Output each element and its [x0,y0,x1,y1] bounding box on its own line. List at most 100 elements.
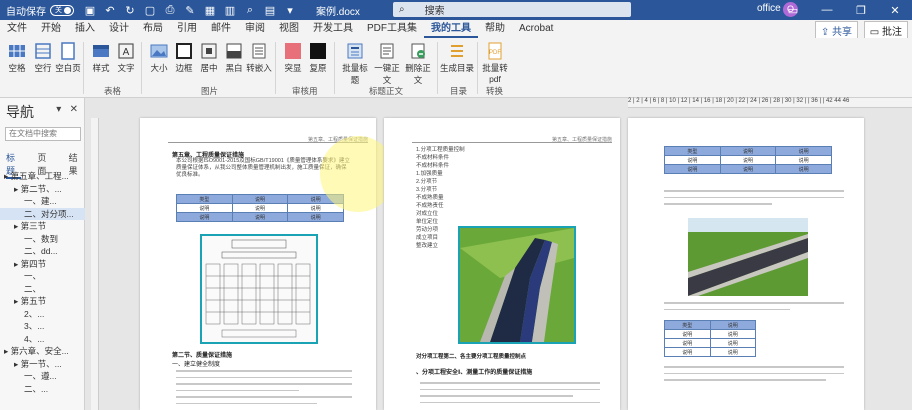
flowchart-image[interactable] [200,234,318,344]
road-photo[interactable] [688,218,808,296]
nav-heading-item[interactable]: ▸ 第五节 [0,295,85,308]
tab-2[interactable]: 插入 [68,20,102,38]
nav-search-input[interactable]: 在文档中搜索 [5,127,81,141]
style-button[interactable]: 样式 [88,42,114,74]
autosave-toggle[interactable]: 关 [50,4,74,16]
nav-heading-item[interactable]: 一、建... [0,195,85,208]
nav-options-icon[interactable]: ▾ [56,104,61,115]
document-page-3[interactable]: 类型 说明 说明 说明 说明 说明 说明 说明 说明 类型 说明 说明 说明 说明 说明 说明 说明 [628,118,864,410]
group-label-image: 图片 [201,86,219,96]
tab-13[interactable]: Acrobat [512,20,560,38]
quick-access-toolbar: ▣ ↶ ↻ ▢ ⎙ ✎ ▦ ▥ ⌕ ▤ ▾ [84,4,296,17]
quality-table: 类型 说明 说明 说明 说明 说明 说明 说明 说明 [176,194,344,222]
ruler-ticks: 2 | 2 | 4 | 6 | 8 | 10 | 12 | 14 | 16 | … [628,98,850,104]
size-label: 大小 [150,63,168,73]
highlight-button[interactable]: 突显 [280,42,306,74]
nav-heading-item[interactable]: ▸ 第一节、... [0,358,85,371]
tab-4[interactable]: 布局 [136,20,170,38]
nav-heading-item[interactable]: ▸ 第四节 [0,258,85,271]
road-photo[interactable] [458,226,576,344]
batch-heading-button[interactable]: 批量标题 [340,42,370,86]
tab-1[interactable]: 开始 [34,20,68,38]
horizontal-ruler[interactable]: 2 | 2 | 4 | 6 | 8 | 10 | 12 | 14 | 16 | … [628,98,912,108]
center-button[interactable]: 居中 [196,42,222,74]
svg-text:PDF: PDF [489,50,501,56]
close-icon[interactable]: ✕ [878,4,912,17]
nav-heading-item[interactable]: ▸ 第二节、... [0,183,85,196]
restore-button[interactable]: 复原 [305,42,331,74]
more-commands-icon[interactable]: ▾ [284,4,296,17]
svg-text:A: A [123,47,130,58]
nav-heading-item[interactable]: ▸ 第六章、安全... [0,345,85,358]
autosave-control[interactable]: 自动保存 关 [6,3,74,18]
table-cell: 说明 [231,203,289,213]
text-button[interactable]: A 文字 [113,42,139,74]
tab-8[interactable]: 视图 [272,20,306,38]
autosave-label: 自动保存 [6,6,46,18]
flowchart-diagram [205,239,311,338]
blank-row-button[interactable]: 空行 [30,42,56,74]
format-painter-icon[interactable]: ✎ [184,4,196,17]
generate-toc-button[interactable]: 生成目录 [440,42,474,74]
tab-10[interactable]: PDF工具集 [360,20,424,38]
table-header: 类型 [664,320,711,330]
nav-heading-item[interactable]: ▸ 第五章、工程... [0,170,85,183]
nav-heading-item[interactable]: 二、对分项... [0,207,85,220]
size-button[interactable]: 大小 [146,42,172,74]
ribbon-display-icon[interactable]: ▭ [776,4,810,17]
table-cell: 说明 [176,212,233,222]
redo-icon[interactable]: ↻ [124,4,136,17]
blank-row-label: 空行 [34,63,52,73]
nav-heading-item[interactable]: 二、dd... [0,245,85,258]
layout-icon[interactable]: ▤ [264,4,276,17]
new-doc-icon[interactable]: ▢ [144,4,156,17]
group-separator [141,42,142,94]
nav-heading-item[interactable]: 二、... [0,383,85,396]
embed-button[interactable]: 转嵌入 [246,42,272,74]
one-key-body-button[interactable]: 一键正文 [372,42,402,86]
batch-pdf-button[interactable]: PDF 批量转pdf [481,42,509,84]
tab-5[interactable]: 引用 [170,20,204,38]
border-button[interactable]: 边框 [171,42,197,74]
toc-icon [451,45,463,57]
delete-body-button[interactable]: 删除正文 [403,42,433,86]
table-icon[interactable]: ▦ [204,4,216,17]
nav-heading-item[interactable]: 一、数到 [0,233,85,246]
nav-heading-item[interactable]: 二、 [0,283,85,296]
blank-page-button[interactable]: 空白页 [55,42,81,74]
nav-heading-item[interactable]: 一、遵... [0,370,85,383]
space-button[interactable]: 空格 [4,42,30,74]
search-box[interactable]: ⌕ 搜索 [393,2,631,17]
minimize-icon[interactable]: — [810,4,844,16]
tab-9[interactable]: 开发工具 [306,20,360,38]
tab-6[interactable]: 邮件 [204,20,238,38]
vertical-ruler[interactable] [91,118,99,410]
columns-icon[interactable]: ▥ [224,4,236,17]
restore-icon[interactable]: ❐ [844,4,878,17]
tab-12[interactable]: 帮助 [478,20,512,38]
tab-3[interactable]: 设计 [102,20,136,38]
nav-heading-item[interactable]: 3、... [0,320,85,333]
document-page-2[interactable]: 第五章、工程质量保证措施 1.分项工程质量控制 不成材料条件 不成材料条件 1.加强质… [384,118,620,410]
group-label-heading-body: 标题正文 [369,86,404,96]
tab-7[interactable]: 审阅 [238,20,272,38]
nav-heading-item[interactable]: 2、... [0,308,85,321]
save-icon[interactable]: ▣ [84,4,96,17]
print-icon[interactable]: ⎙ [164,4,176,17]
search-icon: ⌕ [399,4,405,15]
table-cell: 说明 [664,329,711,339]
nav-heading-item[interactable]: ▸ 第三节 [0,220,85,233]
undo-icon[interactable]: ↶ [104,4,116,17]
table-cell: 说明 [775,164,832,174]
nav-heading-item[interactable]: 4、... [0,333,85,346]
nav-close-icon[interactable]: ✕ [70,104,78,115]
batch-pdf-label: 批量转pdf [482,63,508,84]
tab-0[interactable]: 文件 [0,20,34,38]
border-label: 边框 [175,63,193,73]
ribbon-tabs: 文件 开始 插入 设计 布局 引用 邮件 审阅 视图 开发工具 PDF工具集 我的工具 帮助 Acroba… [0,20,912,38]
find-icon[interactable]: ⌕ [244,4,256,17]
share-label: 共享 [832,27,852,38]
nav-heading-item[interactable]: 一、 [0,270,85,283]
tab-11[interactable]: 我的工具 [424,21,478,38]
black-white-button[interactable]: 黑白 [221,42,247,74]
